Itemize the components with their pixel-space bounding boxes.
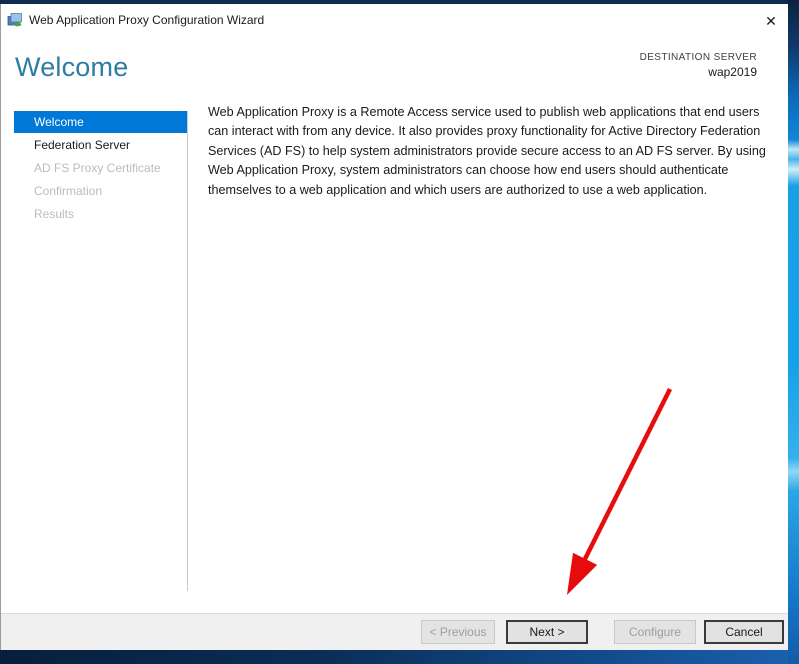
destination-server-value: wap2019 [640, 66, 757, 78]
title-bar: Web Application Proxy Configuration Wiza… [1, 4, 788, 36]
configure-button: Configure [614, 620, 696, 644]
close-button[interactable]: ✕ [754, 8, 788, 35]
page-title: Welcome [15, 52, 128, 83]
sidebar-item-adfs-proxy-certificate: AD FS Proxy Certificate [14, 157, 187, 179]
sidebar-item-confirmation: Confirmation [14, 180, 187, 202]
sidebar-separator [187, 111, 188, 591]
close-icon: ✕ [765, 13, 777, 29]
next-button[interactable]: Next > [506, 620, 588, 644]
cancel-button[interactable]: Cancel [704, 620, 784, 644]
sidebar-item-results: Results [14, 203, 187, 225]
destination-server-block: DESTINATION SERVER wap2019 [640, 53, 757, 78]
desktop-background-bottom [0, 650, 788, 664]
desktop-background-right [788, 0, 799, 664]
sidebar-item-welcome[interactable]: Welcome [14, 111, 187, 133]
welcome-description: Web Application Proxy is a Remote Access… [208, 103, 769, 200]
sidebar-item-federation-server[interactable]: Federation Server [14, 134, 187, 156]
destination-server-label: DESTINATION SERVER [640, 53, 757, 63]
previous-button: < Previous [421, 620, 495, 644]
wizard-window: Web Application Proxy Configuration Wiza… [0, 4, 788, 650]
window-title: Web Application Proxy Configuration Wiza… [29, 13, 264, 27]
wizard-steps-sidebar: Welcome Federation Server AD FS Proxy Ce… [14, 111, 187, 226]
app-icon [7, 12, 23, 28]
